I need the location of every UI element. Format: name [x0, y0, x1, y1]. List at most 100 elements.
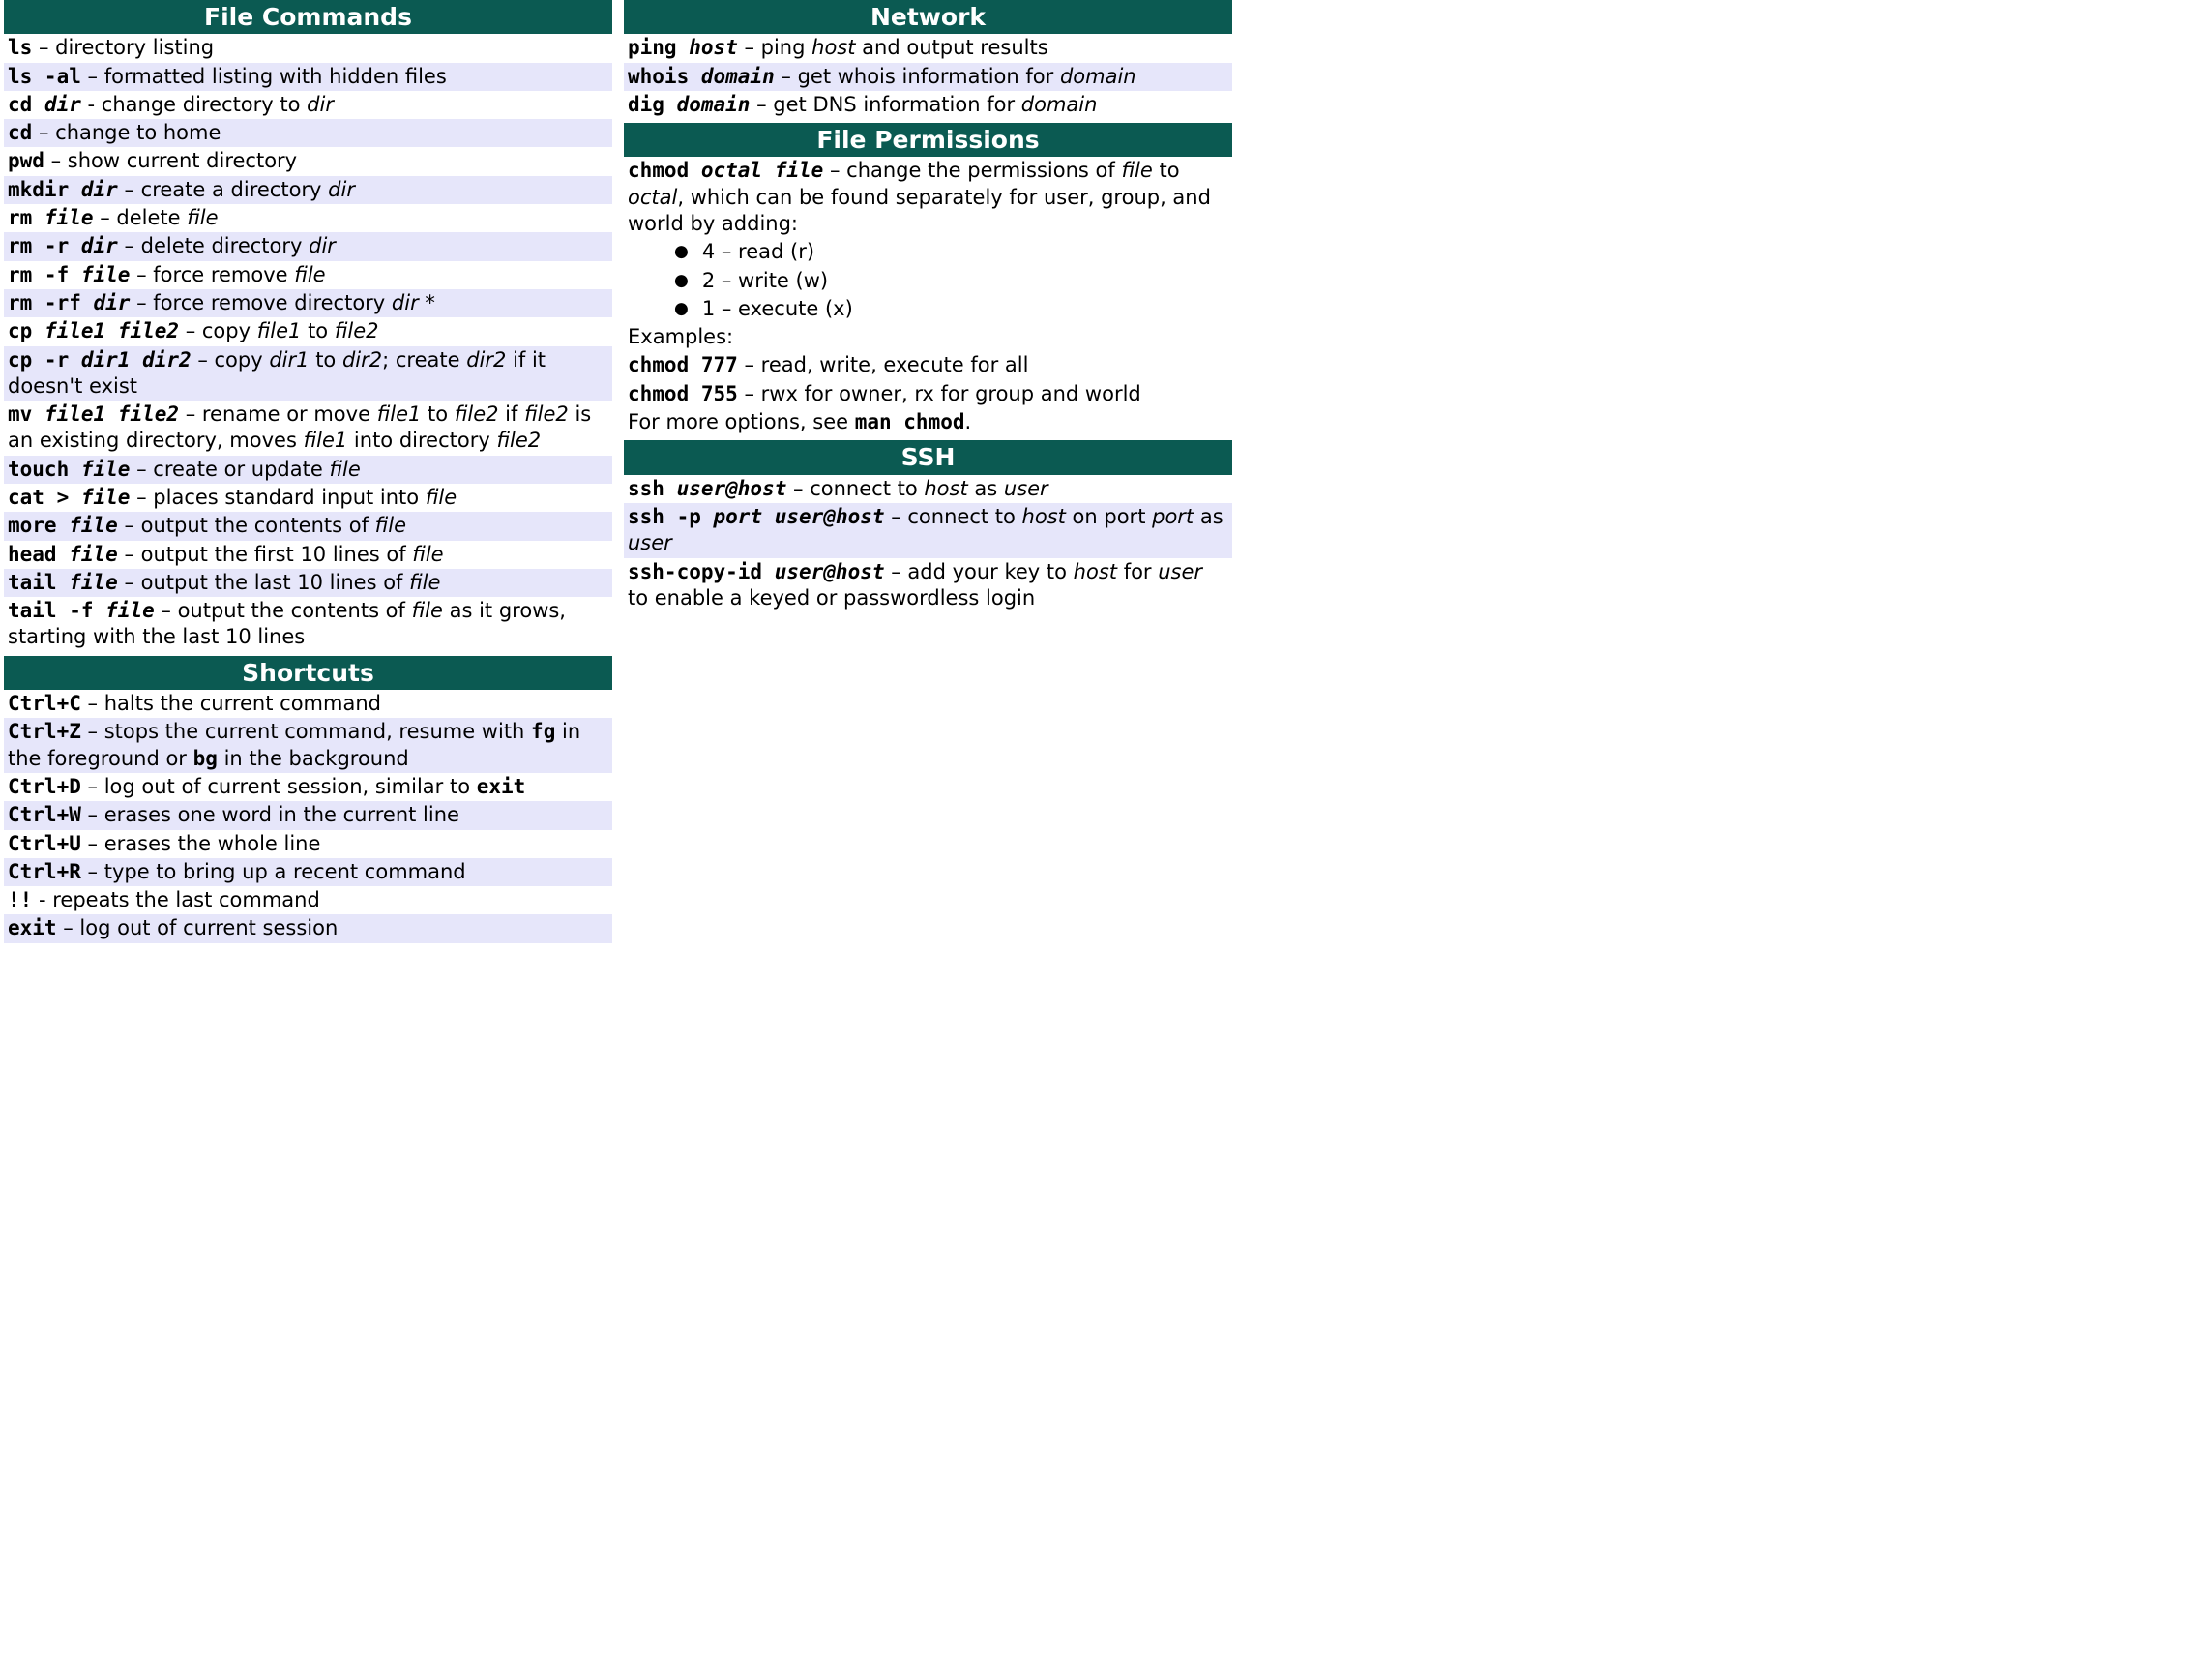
section-header: Shortcuts	[4, 656, 612, 690]
description-text: dir	[307, 93, 334, 116]
command-text: ping	[628, 36, 689, 59]
command-row: ping host – ping host and output results	[624, 34, 1232, 62]
description-text: - change directory to	[81, 93, 307, 116]
command-text: Ctrl+W	[8, 803, 81, 826]
command-row: rm -r dir – delete directory dir	[4, 232, 612, 260]
cheatsheet-page: File Commands ls – directory listingls -…	[0, 0, 1236, 947]
command-text: head	[8, 543, 69, 566]
command-row: rm -rf dir – force remove directory dir …	[4, 289, 612, 317]
description-text: domain	[1060, 65, 1136, 88]
description-text: – show current directory	[44, 149, 297, 172]
command-row: ls – directory listing	[4, 34, 612, 62]
description-text: to	[1153, 159, 1180, 182]
command-row: cd dir - change directory to dir	[4, 91, 612, 119]
description-text: dir	[392, 291, 419, 314]
description-text: to	[421, 402, 454, 426]
command-text: mv	[8, 402, 44, 426]
section-body: ls – directory listingls -al – formatted…	[4, 34, 612, 652]
argument-text: user@host	[775, 560, 885, 583]
description-text: – rename or move	[179, 402, 377, 426]
description-text: – get DNS information for	[750, 93, 1020, 116]
description-text: file	[412, 543, 443, 566]
description-text: dir2	[342, 348, 382, 372]
command-text: rm -rf	[8, 291, 94, 314]
command-row: Ctrl+D – log out of current session, sim…	[4, 773, 612, 801]
description-text: file1	[304, 429, 348, 452]
section-network: Network ping host – ping host and output…	[624, 0, 1232, 119]
description-text: file	[329, 458, 360, 481]
command-text: exit	[477, 775, 526, 798]
description-text: file2	[455, 402, 499, 426]
right-column: Network ping host – ping host and output…	[624, 0, 1232, 947]
description-text: – output the last 10 lines of	[118, 571, 409, 594]
bullet-item: 2 – write (w)	[674, 267, 1232, 295]
command-text: ssh -p	[628, 505, 714, 528]
command-text: Ctrl+D	[8, 775, 81, 798]
description-text: – read, write, execute for all	[738, 353, 1029, 376]
description-text: – log out of current session	[57, 916, 339, 939]
description-text: as	[1194, 505, 1224, 528]
argument-text: user@host	[677, 477, 787, 500]
description-text: file	[409, 571, 440, 594]
command-text: cd	[8, 93, 44, 116]
command-text: cd	[8, 121, 32, 144]
bullet-icon	[674, 240, 702, 263]
description-text: octal	[628, 186, 677, 209]
examples-label: Examples:	[624, 323, 1232, 351]
description-text: user	[1004, 477, 1048, 500]
command-row: Ctrl+R – type to bring up a recent comma…	[4, 858, 612, 886]
description-text: – output the first 10 lines of	[118, 543, 412, 566]
command-text: Ctrl+R	[8, 860, 81, 883]
section-file-permissions: File Permissions chmod octal file – chan…	[624, 123, 1232, 436]
description-text: – ping	[738, 36, 811, 59]
description-text: if	[499, 402, 525, 426]
argument-text: file	[69, 543, 118, 566]
description-text: user	[1158, 560, 1202, 583]
command-row: chmod 755 – rwx for owner, rx for group …	[624, 380, 1232, 408]
description-text: dir	[309, 234, 336, 257]
command-row: ssh-copy-id user@host – add your key to …	[624, 558, 1232, 613]
command-text: more	[8, 514, 69, 537]
command-text: Ctrl+Z	[8, 720, 81, 743]
command-text: ls -al	[8, 65, 81, 88]
command-row: whois domain – get whois information for…	[624, 63, 1232, 91]
command-row: dig domain – get DNS information for dom…	[624, 91, 1232, 119]
description-text: as	[968, 477, 1004, 500]
description-text: – erases the whole line	[81, 832, 321, 855]
description-text: – create or update	[130, 458, 329, 481]
description-text: – copy	[192, 348, 270, 372]
command-row: !! - repeats the last command	[4, 886, 612, 914]
description-text: – stops the current command, resume with	[81, 720, 531, 743]
description-text: file2	[335, 319, 379, 342]
description-text: dir2	[466, 348, 506, 372]
permissions-footer: For more options, see man chmod.	[624, 408, 1232, 436]
description-text: , which can be found separately for user…	[628, 186, 1211, 235]
description-text: file	[426, 486, 457, 509]
command-row: mv file1 file2 – rename or move file1 to…	[4, 401, 612, 456]
bullet-item: 1 – execute (x)	[674, 295, 1232, 323]
command-row: tail file – output the last 10 lines of …	[4, 569, 612, 597]
command-text: Ctrl+C	[8, 692, 81, 715]
description-text: – force remove directory	[130, 291, 391, 314]
description-text: host	[924, 477, 967, 500]
command-text: mkdir	[8, 178, 81, 201]
command-text: dig	[628, 93, 677, 116]
description-text: – output the contents of	[155, 599, 412, 622]
description-text: – create a directory	[118, 178, 328, 201]
description-text: – type to bring up a recent command	[81, 860, 466, 883]
section-body: Ctrl+C – halts the current commandCtrl+Z…	[4, 690, 612, 943]
command-text: ls	[8, 36, 32, 59]
command-row: cp -r dir1 dir2 – copy dir1 to dir2; cre…	[4, 346, 612, 401]
command-text: tail	[8, 571, 69, 594]
description-text: port	[1152, 505, 1194, 528]
argument-text: host	[689, 36, 738, 59]
command-text: ssh-copy-id	[628, 560, 775, 583]
command-row: Ctrl+U – erases the whole line	[4, 830, 612, 858]
description-text: - repeats the last command	[32, 888, 320, 911]
argument-text: octal file	[701, 159, 823, 182]
description-text: to	[301, 319, 334, 342]
command-text: rm	[8, 206, 44, 229]
argument-text: file1 file2	[44, 402, 179, 426]
command-row: more file – output the contents of file	[4, 512, 612, 540]
command-text: ssh	[628, 477, 677, 500]
